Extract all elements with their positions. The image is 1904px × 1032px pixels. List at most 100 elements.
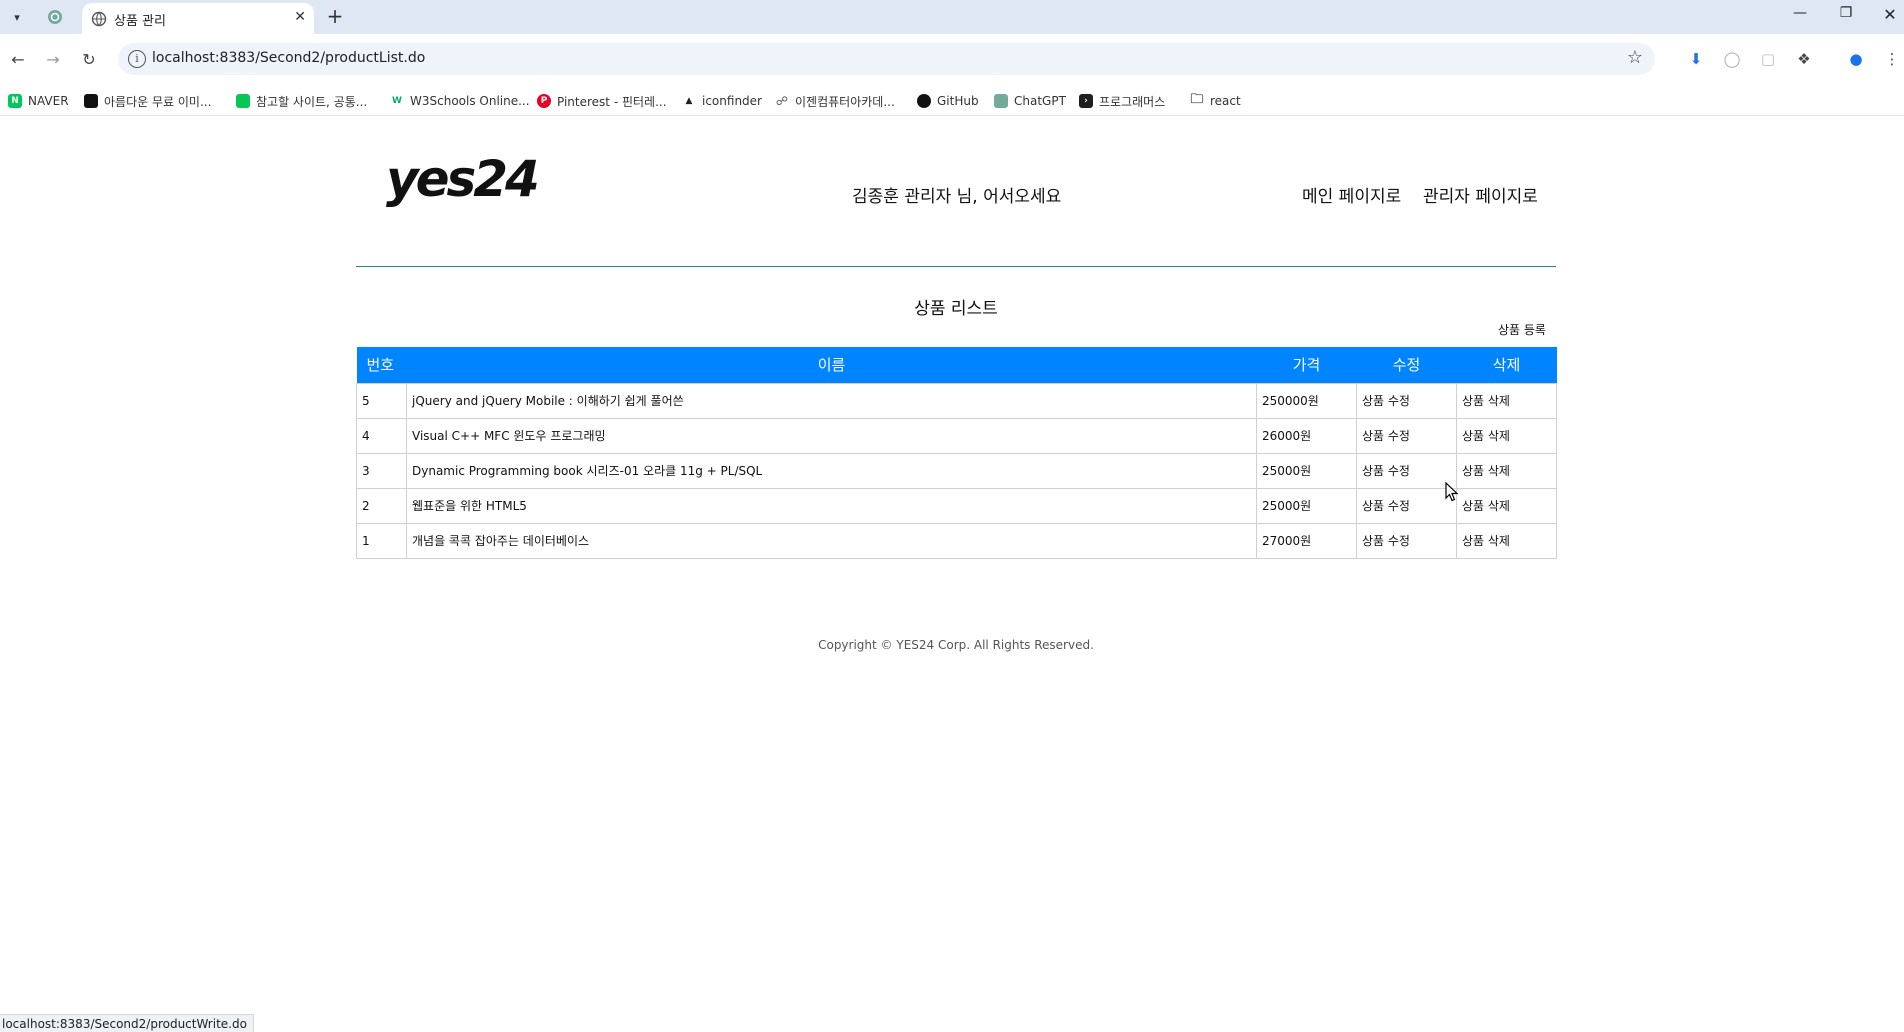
edit-product-link[interactable]: 상품 수정 [1356,382,1457,419]
pinterest-icon: P [537,94,551,108]
product-price: 27000원 [1256,522,1357,559]
delete-product-link[interactable]: 상품 삭제 [1456,382,1557,419]
bookmark-label: Pinterest - 핀터레... [557,94,667,109]
bookmark-reference[interactable]: 참고할 사이트, 공통... [236,92,367,110]
programmers-icon: › [1079,94,1093,108]
product-register-link[interactable]: 상품 등록 [1498,321,1546,338]
tab-strip: ▾ 상품 관리 ✕ + — ❐ ✕ [0,0,1904,34]
status-bar-url: localhost:8383/Second2/productWrite.do [0,1014,254,1032]
browser-toolbar: ← → ↻ i localhost:8383/Second2/productLi… [0,34,1904,84]
bookmark-unsplash[interactable]: 아름다운 무료 이미... [84,92,211,110]
more-menu-icon[interactable]: ⋮ [1881,48,1903,70]
admin-page-link[interactable]: 관리자 페이지로 [1423,182,1538,207]
edit-product-link[interactable]: 상품 수정 [1356,487,1457,524]
yes24-logo[interactable]: yes24 [386,150,540,208]
bookmark-label: iconfinder [702,94,762,108]
chatgpt-icon [48,10,62,24]
bookmark-naver[interactable]: N NAVER [8,92,69,110]
bookmark-iconfinder[interactable]: ▲ iconfinder [682,92,762,110]
product-no: 1 [356,522,407,559]
bookmark-label: 참고할 사이트, 공통... [256,94,368,109]
bookmark-label: 이젠컴퓨터아카데... [795,94,895,109]
copyright-footer: Copyright © YES24 Corp. All Rights Reser… [818,638,1094,652]
page-content: yes24 김종훈 관리자 님, 어서오세요 메인 페이지로 관리자 페이지로 … [0,117,1904,1032]
arrow-right-icon: → [46,49,60,69]
bookmarks-bar: N NAVER 아름다운 무료 이미... 참고할 사이트, 공통... W W… [0,84,1904,116]
iconfinder-icon: ▲ [682,94,696,108]
table-row: 2 웹표준을 위한 HTML5 25000원 상품 수정 상품 삭제 [356,487,1557,524]
github-icon [917,94,931,108]
product-price: 26000원 [1256,417,1357,454]
bookmark-chatgpt[interactable]: ChatGPT [994,92,1066,110]
close-icon[interactable]: ✕ [294,9,306,25]
bookmark-ezen[interactable]: ☍ 이젠컴퓨터아카데... [775,92,895,110]
product-price: 250000원 [1256,382,1357,419]
column-header-name: 이름 [406,347,1257,383]
column-header-no: 번호 [356,347,407,383]
bookmark-react-folder[interactable]: 🗀 react [1190,92,1241,110]
bookmark-programmers[interactable]: › 프로그래머스 [1079,92,1165,110]
reload-icon: ↻ [82,49,96,69]
delete-product-link[interactable]: 상품 삭제 [1456,417,1557,454]
delete-product-link[interactable]: 상품 삭제 [1456,522,1557,559]
product-name: 개념을 콕콕 잡아주는 데이터베이스 [406,522,1257,559]
tab-title: 상품 관리 [114,14,166,29]
profile-icon[interactable]: ● [1845,48,1867,70]
chevron-down-icon: ▾ [14,10,20,24]
tab-search-button[interactable]: ▾ [6,6,28,28]
naver-icon: N [8,94,22,108]
new-tab-button[interactable]: + [324,4,346,28]
bookmark-label: 프로그래머스 [1099,94,1166,109]
chatgpt-icon [994,94,1008,108]
puzzle-icon[interactable]: ❖ [1793,48,1815,70]
site-info-icon[interactable]: i [128,50,146,68]
arrow-left-icon: ← [11,49,25,69]
product-no: 3 [356,452,407,489]
product-price: 25000원 [1256,452,1357,489]
address-bar[interactable]: i localhost:8383/Second2/productList.do … [118,43,1655,75]
url-text: localhost:8383/Second2/productList.do [152,50,426,66]
forward-button[interactable]: → [42,48,64,70]
tab-product-management[interactable]: 상품 관리 ✕ [82,3,314,34]
product-name: 웹표준을 위한 HTML5 [406,487,1257,524]
reload-button[interactable]: ↻ [78,48,100,70]
bookmark-star-icon[interactable]: ☆ [1627,47,1643,68]
product-name: jQuery and jQuery Mobile : 이해하기 쉽게 풀어쓴 [406,382,1257,419]
edit-product-link[interactable]: 상품 수정 [1356,417,1457,454]
globe-icon: ☍ [775,94,789,108]
table-row: 5 jQuery and jQuery Mobile : 이해하기 쉽게 풀어쓴… [356,382,1557,419]
edit-product-link[interactable]: 상품 수정 [1356,452,1457,489]
header-divider [356,266,1556,267]
welcome-message: 김종훈 관리자 님, 어서오세요 [852,187,1062,207]
delete-product-link[interactable]: 상품 삭제 [1456,452,1557,489]
edit-product-link[interactable]: 상품 수정 [1356,522,1457,559]
tab-chatgpt[interactable] [44,6,66,28]
column-header-edit: 수정 [1356,347,1457,383]
column-header-delete: 삭제 [1456,347,1557,383]
bookmark-label: NAVER [28,94,69,108]
bookmark-pinterest[interactable]: P Pinterest - 핀터레... [537,92,667,110]
product-price: 25000원 [1256,487,1357,524]
restore-button[interactable]: ❐ [1826,5,1866,21]
product-name: Visual C++ MFC 윈도우 프로그래밍 [406,417,1257,454]
bookmark-label: 아름다운 무료 이미... [104,94,212,109]
product-name: Dynamic Programming book 시리즈-01 오라클 11g … [406,452,1257,489]
back-button[interactable]: ← [7,48,29,70]
bookmark-w3schools[interactable]: W W3Schools Online... [390,92,530,110]
product-no: 4 [356,417,407,454]
globe-icon [91,11,107,27]
main-page-link[interactable]: 메인 페이지로 [1302,182,1401,207]
bookmark-label: GitHub [937,94,979,108]
delete-product-link[interactable]: 상품 삭제 [1456,487,1557,524]
extension-icon[interactable]: ◯ [1721,48,1743,70]
bookmark-github[interactable]: GitHub [917,92,979,110]
line-icon [236,94,250,108]
download-icon[interactable]: ⬇ [1685,48,1707,70]
minimize-button[interactable]: — [1780,5,1820,21]
window-close-button[interactable]: ✕ [1870,5,1904,24]
bookmark-label: W3Schools Online... [410,94,530,108]
product-no: 2 [356,487,407,524]
page-title: 상품 리스트 [914,299,998,319]
product-table: 번호 이름 가격 수정 삭제 5 jQuery and jQuery Mobil… [356,347,1557,559]
extension-square-icon[interactable]: ▢ [1757,48,1779,70]
